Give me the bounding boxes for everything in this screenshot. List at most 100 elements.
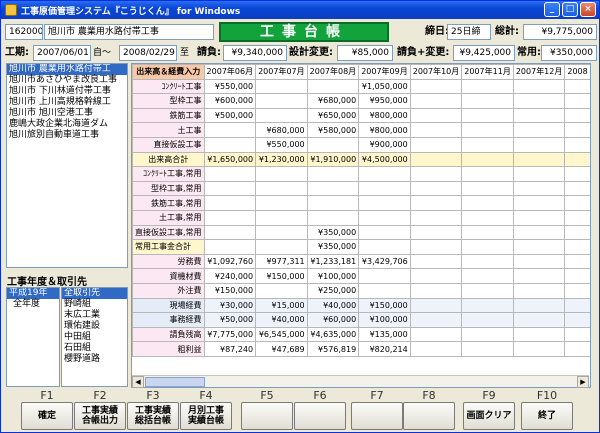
- table-cell[interactable]: [461, 93, 514, 109]
- table-cell[interactable]: [358, 282, 411, 299]
- table-cell[interactable]: [409, 312, 463, 328]
- table-cell[interactable]: ¥6,545,000: [255, 326, 308, 343]
- table-cell[interactable]: [512, 341, 566, 357]
- table-cell[interactable]: [512, 78, 566, 95]
- table-cell[interactable]: [564, 195, 590, 211]
- year-list[interactable]: 平成19年 全年度: [6, 287, 60, 387]
- fkey-button-f4[interactable]: 月別工事 実績台帳: [180, 402, 232, 430]
- table-cell[interactable]: ¥1,910,000: [306, 151, 360, 168]
- table-cell[interactable]: [203, 136, 257, 153]
- table-cell[interactable]: ¥40,000: [306, 297, 360, 314]
- fkey-button-f3[interactable]: 工事実績 総括台帳: [127, 402, 179, 430]
- list-item[interactable]: 環佑建設: [62, 321, 127, 332]
- fkey-button-f6[interactable]: [294, 402, 346, 430]
- table-cell[interactable]: ¥1,650,000: [203, 151, 257, 168]
- table-cell[interactable]: ¥350,000: [306, 224, 360, 241]
- table-cell[interactable]: [203, 239, 257, 255]
- table-cell[interactable]: ¥576,819: [306, 341, 360, 357]
- period-from-field[interactable]: 2007/06/01: [33, 45, 91, 61]
- table-cell[interactable]: [358, 209, 411, 226]
- table-cell[interactable]: ¥3,429,706: [358, 253, 411, 270]
- table-cell[interactable]: [358, 224, 411, 241]
- table-cell[interactable]: ¥900,000: [358, 136, 411, 153]
- contract-field[interactable]: ¥9,340,000: [223, 45, 287, 61]
- project-code-field[interactable]: 1620001: [5, 24, 43, 40]
- table-cell[interactable]: [409, 239, 463, 255]
- table-cell[interactable]: ¥580,000: [306, 122, 360, 138]
- table-cell[interactable]: [564, 151, 590, 168]
- table-cell[interactable]: [512, 136, 566, 153]
- table-cell[interactable]: [512, 224, 566, 241]
- table-cell[interactable]: ¥1,092,760: [203, 253, 257, 270]
- table-cell[interactable]: [255, 93, 308, 109]
- table-cell[interactable]: [461, 151, 514, 168]
- table-cell[interactable]: [564, 107, 590, 124]
- table-cell[interactable]: ¥150,000: [203, 282, 257, 299]
- table-cell[interactable]: ¥250,000: [306, 282, 360, 299]
- table-cell[interactable]: [461, 268, 514, 284]
- table-cell[interactable]: [255, 239, 308, 255]
- table-cell[interactable]: ¥7,775,000: [203, 326, 257, 343]
- table-cell[interactable]: [409, 122, 463, 138]
- list-item[interactable]: 旭川市あさひやま改良工事: [7, 75, 127, 86]
- table-cell[interactable]: [512, 107, 566, 124]
- table-cell[interactable]: [409, 151, 463, 168]
- table-cell[interactable]: [461, 224, 514, 241]
- scroll-right-icon[interactable]: ▶: [577, 376, 589, 388]
- list-item[interactable]: 櫻野道路: [62, 354, 127, 365]
- list-item[interactable]: 中田組: [62, 332, 127, 343]
- list-item[interactable]: 平成19年: [7, 288, 59, 299]
- table-cell[interactable]: [564, 209, 590, 226]
- table-cell[interactable]: [409, 195, 463, 211]
- table-cell[interactable]: [409, 136, 463, 153]
- table-cell[interactable]: ¥4,635,000: [306, 326, 360, 343]
- table-cell[interactable]: [512, 209, 566, 226]
- table-cell[interactable]: [409, 180, 463, 197]
- table-cell[interactable]: [409, 297, 463, 314]
- table-cell[interactable]: [564, 312, 590, 328]
- table-cell[interactable]: [358, 166, 411, 182]
- table-cell[interactable]: [203, 224, 257, 241]
- table-cell[interactable]: [203, 209, 257, 226]
- fkey-button-f10[interactable]: 終了: [521, 402, 573, 430]
- list-item[interactable]: 全年度: [7, 299, 59, 310]
- table-cell[interactable]: [203, 180, 257, 197]
- table-cell[interactable]: [461, 166, 514, 182]
- table-cell[interactable]: [306, 180, 360, 197]
- table-cell[interactable]: [564, 268, 590, 284]
- table-cell[interactable]: ¥600,000: [203, 93, 257, 109]
- table-cell[interactable]: ¥650,000: [306, 107, 360, 124]
- list-item[interactable]: 野崎組: [62, 299, 127, 310]
- table-cell[interactable]: [203, 122, 257, 138]
- maximize-button[interactable]: □: [562, 2, 578, 17]
- table-cell[interactable]: ¥1,233,181: [306, 253, 360, 270]
- table-cell[interactable]: [255, 209, 308, 226]
- table-cell[interactable]: [306, 166, 360, 182]
- project-list[interactable]: 旭川市 農業用水路付帯工 旭川市あさひやま改良工事 旭川市 下川林道付帯工事 旭…: [6, 63, 128, 268]
- table-cell[interactable]: ¥240,000: [203, 268, 257, 284]
- title-bar[interactable]: 工事原価管理システム『こうじくん』 for Windows _ □ ×: [1, 1, 599, 19]
- horizontal-scrollbar[interactable]: ◀ ▶: [132, 375, 589, 388]
- table-cell[interactable]: ¥350,000: [306, 239, 360, 255]
- table-cell[interactable]: [512, 239, 566, 255]
- table-cell[interactable]: ¥50,000: [203, 312, 257, 328]
- table-cell[interactable]: ¥680,000: [255, 122, 308, 138]
- table-cell[interactable]: [461, 195, 514, 211]
- table-cell[interactable]: [461, 239, 514, 255]
- table-cell[interactable]: [512, 326, 566, 343]
- table-cell[interactable]: [358, 239, 411, 255]
- table-cell[interactable]: [255, 107, 308, 124]
- table-cell[interactable]: [564, 78, 590, 95]
- table-cell[interactable]: [512, 268, 566, 284]
- table-cell[interactable]: [512, 122, 566, 138]
- table-cell[interactable]: ¥87,240: [203, 341, 257, 357]
- list-item[interactable]: 石田組: [62, 343, 127, 354]
- list-item[interactable]: 全取引先: [62, 288, 127, 299]
- table-cell[interactable]: [409, 326, 463, 343]
- ledger-grid[interactable]: 出来高＆経費入力 2007年06月 2007年07月 2007年08月 2007…: [131, 63, 591, 388]
- fkey-button-f1[interactable]: 確定: [21, 402, 73, 430]
- list-item[interactable]: 旭川市 農業用水路付帯工: [7, 64, 127, 75]
- list-item[interactable]: 旭川市 上川高規格幹線工: [7, 97, 127, 108]
- table-cell[interactable]: ¥680,000: [306, 93, 360, 109]
- table-cell[interactable]: [512, 180, 566, 197]
